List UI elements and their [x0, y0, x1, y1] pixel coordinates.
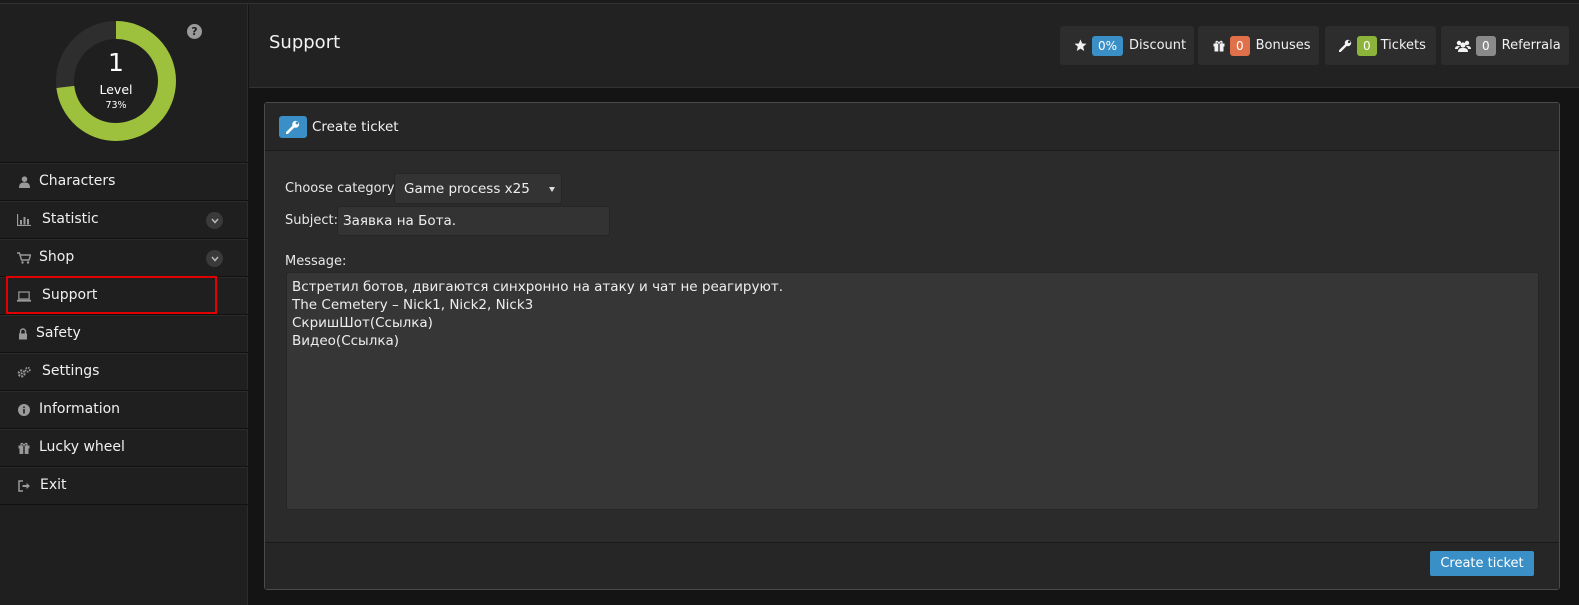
panel-title: Create ticket — [312, 119, 399, 135]
category-select[interactable]: Game process x25 — [394, 173, 562, 204]
create-ticket-button[interactable]: Create ticket — [1430, 551, 1534, 576]
sidebar-item-information[interactable]: Information — [0, 391, 248, 429]
bonuses-badge: 0 — [1230, 35, 1250, 56]
panel-footer: Create ticket — [265, 542, 1559, 589]
level-percent: 73% — [105, 100, 127, 111]
category-value: Game process x25 — [404, 181, 530, 197]
create-ticket-panel: Create ticket Choose category: Game proc… — [264, 102, 1560, 590]
users-icon — [1455, 39, 1471, 52]
sidebar-item-label: Shop — [39, 249, 75, 265]
discount-label: Discount — [1129, 38, 1187, 53]
level-widget: 1 Level 73% — [55, 20, 177, 142]
message-line: Встретил ботов, двигаются синхронно на а… — [292, 279, 783, 295]
message-line: The Cemetery – Nick1, Nick2, Nick3 — [292, 297, 534, 313]
gift-icon — [1212, 39, 1225, 52]
tickets-button[interactable]: 0 Tickets — [1325, 26, 1436, 65]
user-icon — [17, 175, 31, 189]
sidebar-item-label: Statistic — [42, 211, 99, 227]
sidebar-item-characters[interactable]: Characters — [0, 163, 248, 201]
sidebar-item-exit[interactable]: Exit — [0, 467, 248, 505]
subject-label: Subject: — [285, 213, 338, 228]
page-title: Support — [269, 32, 341, 53]
star-icon — [1074, 39, 1087, 52]
cart-icon — [17, 251, 31, 265]
chevron-down-icon[interactable] — [206, 212, 223, 229]
wrench-icon — [279, 116, 307, 138]
sidebar-item-settings[interactable]: Settings — [0, 353, 248, 391]
bonuses-button[interactable]: 0 Bonuses — [1198, 26, 1319, 65]
sidebar-item-label: Settings — [42, 363, 100, 379]
referrals-badge: 0 — [1476, 35, 1496, 56]
level-label: Level — [99, 82, 133, 97]
subject-input[interactable] — [337, 206, 610, 236]
discount-button[interactable]: 0% Discount — [1060, 26, 1194, 65]
category-label: Choose category: — [285, 181, 399, 196]
sidebar-item-shop[interactable]: Shop — [0, 239, 248, 277]
referrals-button[interactable]: 0 Referrala — [1441, 26, 1569, 65]
referrals-label: Referrala — [1501, 38, 1561, 53]
support-highlight-box — [6, 276, 217, 314]
info-icon — [17, 403, 31, 417]
gift-icon — [17, 441, 31, 455]
tickets-label: Tickets — [1380, 38, 1426, 53]
message-line: СкришШот(Ссылка) — [292, 315, 433, 331]
message-textarea[interactable]: Встретил ботов, двигаются синхронно на а… — [286, 272, 1539, 510]
message-label: Message: — [285, 254, 347, 269]
panel-header: Create ticket — [265, 103, 1559, 151]
chevron-down-icon[interactable] — [206, 250, 223, 267]
sidebar-item-label: Safety — [36, 325, 81, 341]
sidebar-item-label: Characters — [39, 173, 116, 189]
sign-out-icon — [17, 479, 31, 493]
sidebar-item-safety[interactable]: Safety — [0, 315, 248, 353]
sidebar-item-label: Exit — [40, 477, 67, 493]
page-header: Support 0% Discount 0 Bonuses 0 Tickets … — [249, 4, 1579, 88]
level-ring — [56, 21, 176, 141]
gears-icon — [17, 365, 31, 379]
sidebar-menu: Characters Statistic Shop Support Safety… — [0, 162, 248, 505]
bar-chart-icon — [17, 213, 31, 227]
sidebar-item-lucky-wheel[interactable]: Lucky wheel — [0, 429, 248, 467]
dropdown-arrow-icon — [549, 187, 555, 192]
sidebar-item-label: Lucky wheel — [39, 439, 125, 455]
message-line: Видео(Ссылка) — [292, 333, 400, 349]
bonuses-label: Bonuses — [1255, 38, 1311, 53]
help-icon[interactable]: ? — [187, 24, 202, 39]
lock-icon — [16, 327, 30, 341]
wrench-icon — [1339, 39, 1352, 52]
sidebar-item-label: Information — [39, 401, 121, 417]
level-number: 1 — [108, 48, 124, 77]
sidebar-item-statistic[interactable]: Statistic — [0, 201, 248, 239]
discount-badge: 0% — [1092, 35, 1124, 56]
tickets-badge: 0 — [1357, 35, 1377, 56]
